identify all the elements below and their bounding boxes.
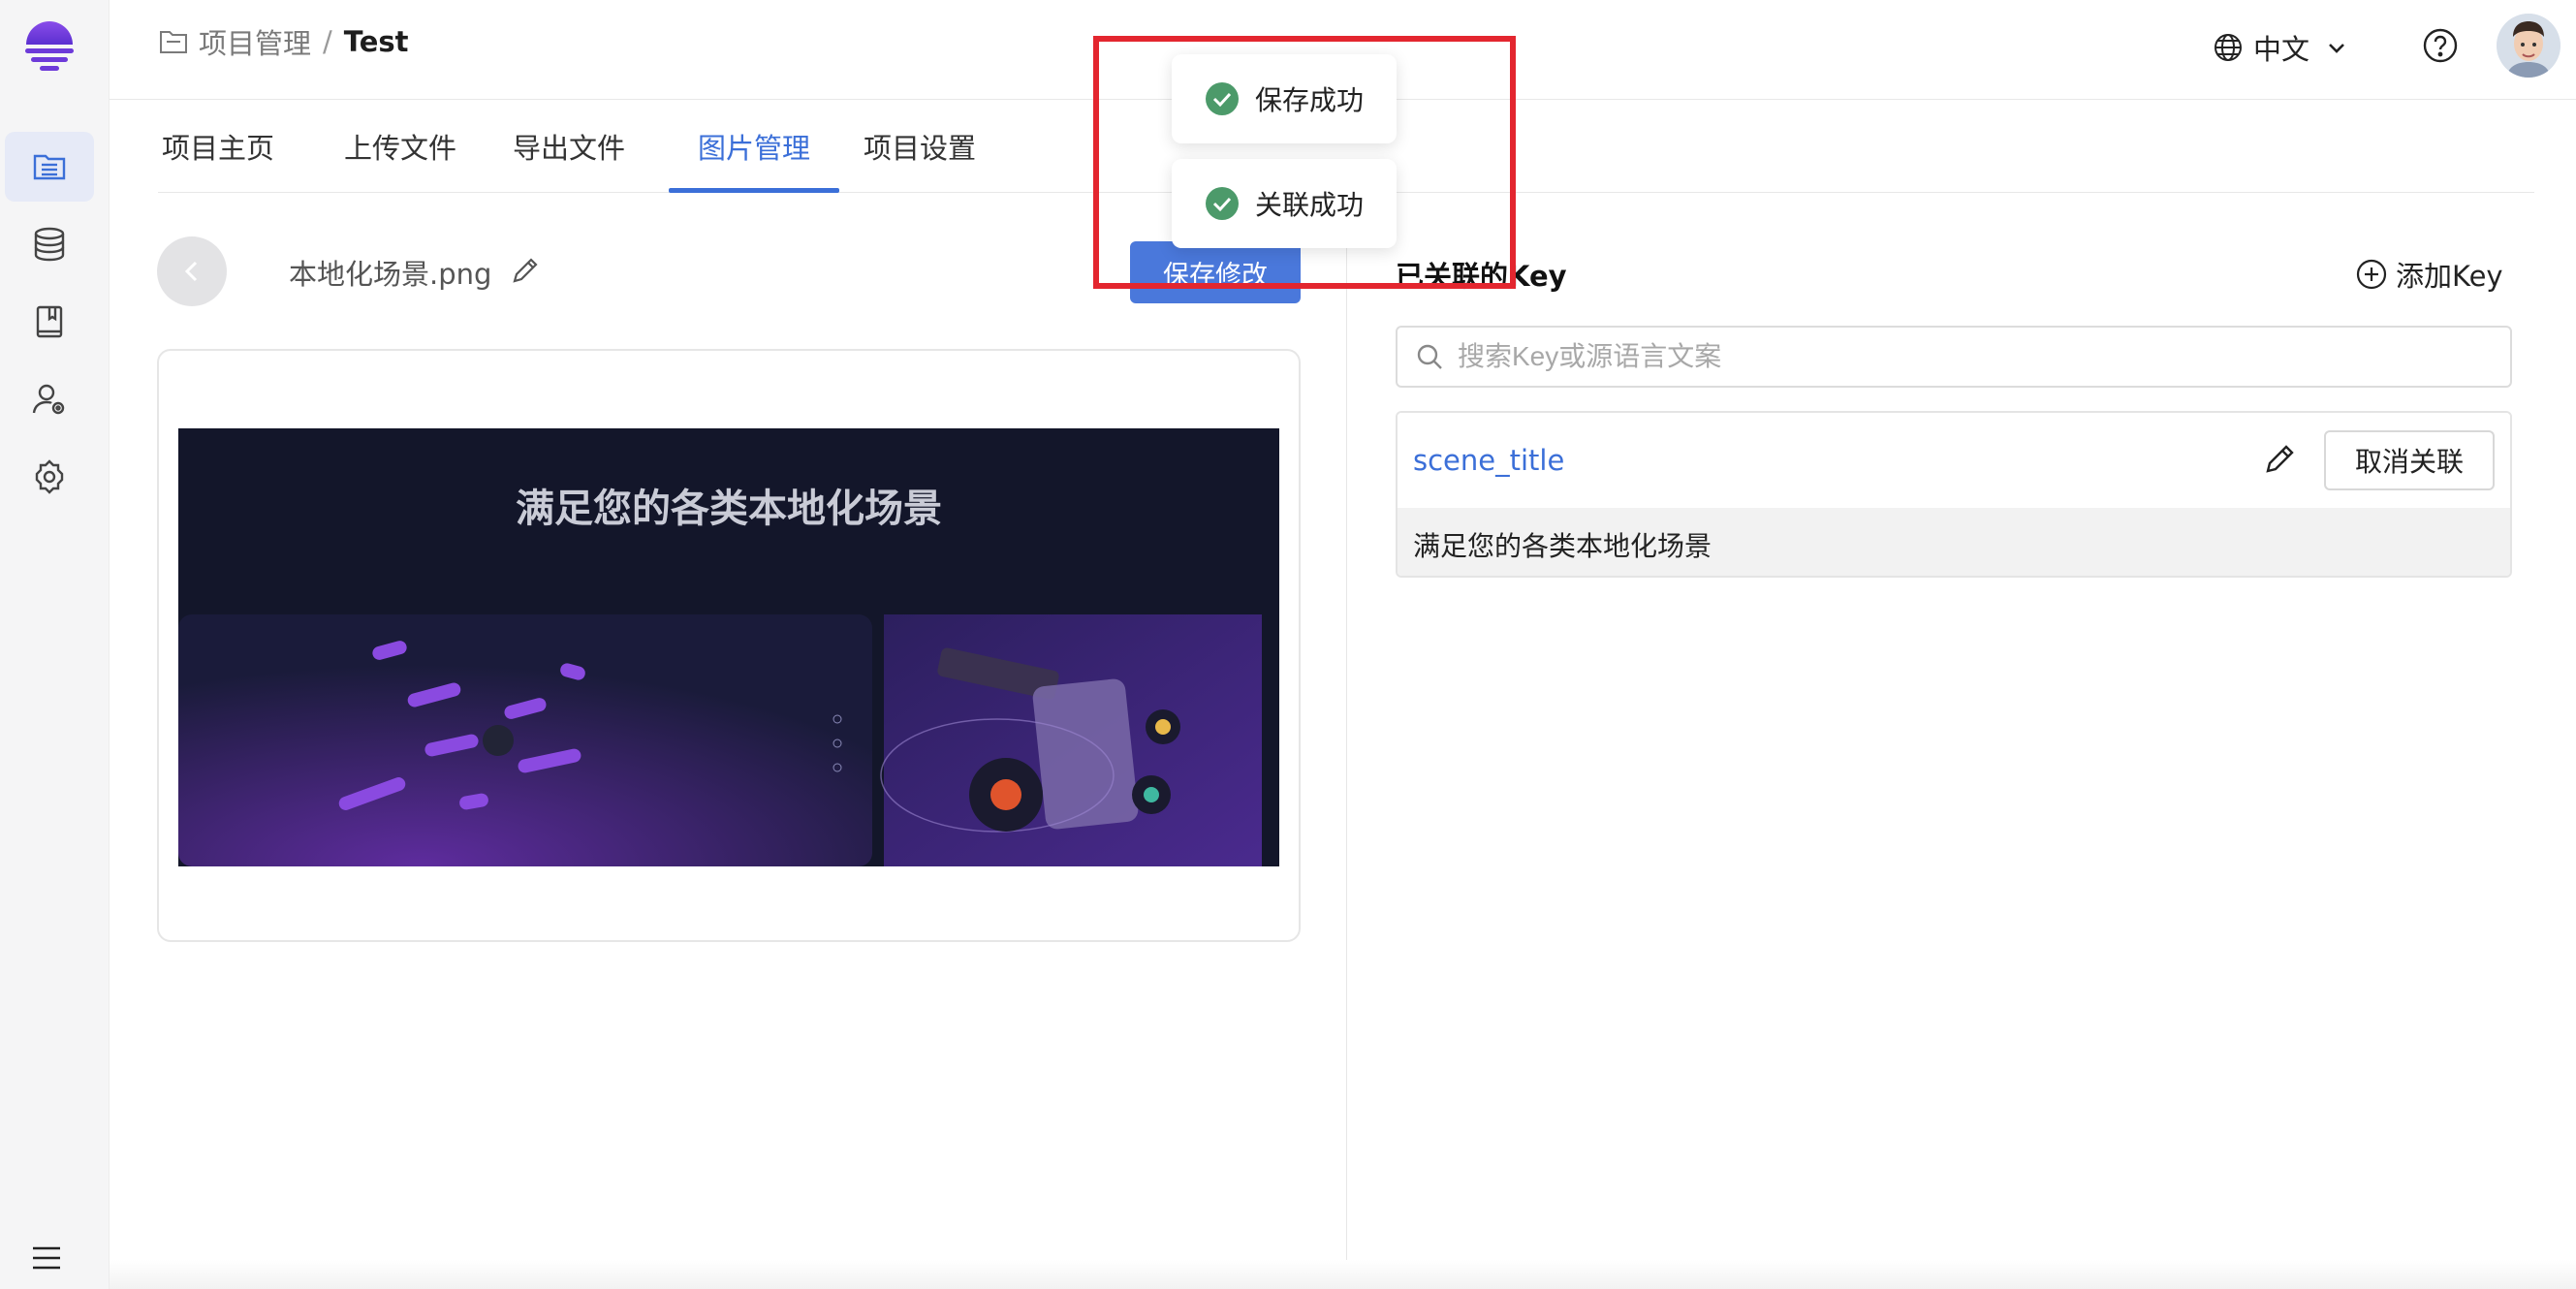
app-window: 项目管理 / Test 中文 项目主页 上传文件 导出文件 图片管理 项目设置 … [0, 0, 2576, 1289]
gear-icon [35, 459, 64, 494]
panel-divider [1346, 193, 1347, 1289]
breadcrumb-parent[interactable]: 项目管理 [199, 21, 311, 62]
edit-filename-icon[interactable] [510, 255, 541, 286]
breadcrumb-current: Test [343, 25, 409, 58]
search-icon [1417, 344, 1442, 369]
plus-circle-icon [2356, 259, 2387, 290]
user-settings-icon [32, 384, 65, 415]
linked-key-header: scene_title 取消关联 [1398, 413, 2510, 508]
edit-key-icon[interactable] [2262, 442, 2297, 477]
key-source-text: 满足您的各类本地化场景 [1413, 530, 1712, 562]
breadcrumb-separator: / [323, 25, 332, 58]
tab-export-files[interactable]: 导出文件 [509, 100, 629, 193]
annotation-highlight-box [1093, 36, 1516, 289]
chevron-down-icon [2329, 44, 2344, 53]
tab-project-settings[interactable]: 项目设置 [860, 100, 980, 193]
bottom-shadow [110, 1260, 2576, 1289]
unlink-key-button[interactable]: 取消关联 [2324, 430, 2495, 490]
sidebar-item-settings[interactable] [5, 442, 94, 512]
globe-icon [2215, 34, 2242, 61]
sidebar-item-projects[interactable] [5, 132, 94, 202]
add-key-label: 添加Key [2396, 260, 2503, 293]
tab-upload-files[interactable]: 上传文件 [340, 100, 460, 193]
linked-key-source-row: 满足您的各类本地化场景 [1398, 508, 2510, 576]
book-icon [36, 305, 63, 338]
hamburger-menu-icon[interactable] [29, 1241, 64, 1275]
add-key-button[interactable]: 添加Key [2355, 254, 2503, 295]
folder-icon [160, 31, 187, 53]
back-button[interactable] [157, 236, 227, 306]
breadcrumb: 项目管理 / Test [158, 21, 409, 62]
app-logo[interactable] [23, 19, 76, 76]
sidebar [0, 0, 110, 1289]
sidebar-item-docs[interactable] [5, 287, 94, 357]
tab-project-home[interactable]: 项目主页 [158, 100, 278, 193]
sidebar-item-database[interactable] [5, 209, 94, 279]
sidebar-item-members[interactable] [5, 364, 94, 434]
avatar[interactable] [2497, 14, 2560, 78]
tab-image-management[interactable]: 图片管理 [669, 100, 839, 193]
chevron-left-icon [184, 261, 198, 282]
image-file-name: 本地化场景.png [289, 258, 492, 291]
database-icon [34, 227, 65, 262]
linked-key-item: scene_title 取消关联 满足您的各类本地化场景 [1396, 411, 2512, 578]
language-label: 中文 [2253, 33, 2310, 66]
key-name-link[interactable]: scene_title [1413, 444, 1564, 477]
project-list-icon [33, 154, 66, 180]
language-selector[interactable]: 中文 [2213, 27, 2358, 68]
key-search-box[interactable] [1396, 326, 2512, 388]
image-preview-card: 满足您的各类本地化场景 [157, 349, 1301, 942]
search-input[interactable] [1458, 341, 2330, 372]
help-icon[interactable] [2422, 27, 2459, 64]
image-preview: 满足您的各类本地化场景 [178, 428, 1279, 866]
